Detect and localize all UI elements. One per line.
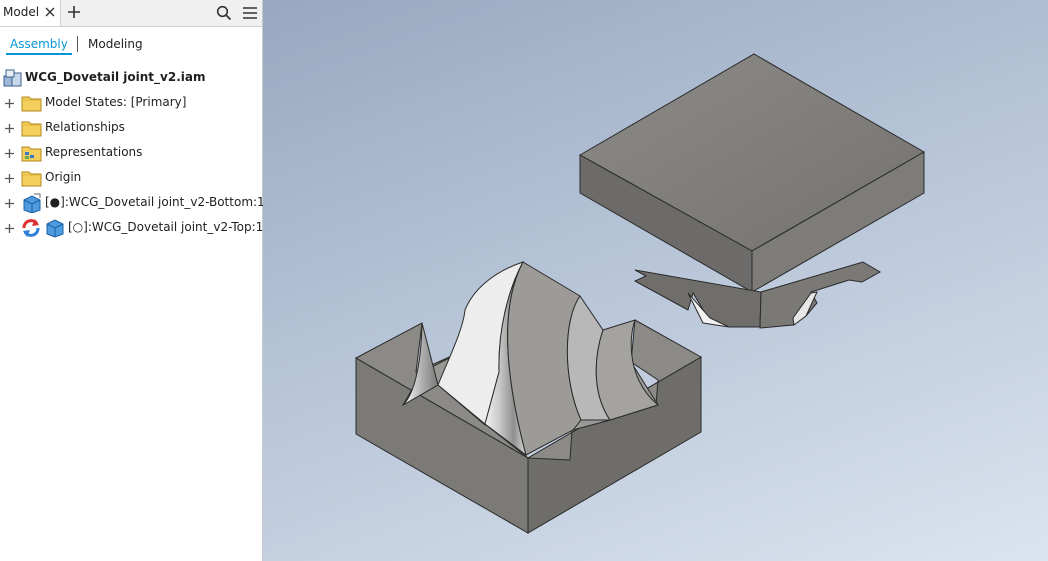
search-icon[interactable]	[216, 5, 232, 21]
expand-icon[interactable]	[4, 223, 15, 234]
top-part-body	[578, 53, 926, 329]
update-needed-icon	[22, 219, 40, 237]
expand-icon[interactable]	[4, 148, 15, 159]
tree-item-bottom-part[interactable]: [●]:WCG_Dovetail joint_v2-Bottom:1	[0, 191, 265, 216]
tab-assembly[interactable]: Assembly	[6, 33, 72, 55]
add-tab-icon[interactable]	[67, 5, 81, 19]
expand-icon[interactable]	[4, 173, 15, 184]
close-icon[interactable]	[44, 6, 56, 18]
part-icon	[46, 219, 64, 238]
expand-icon[interactable]	[4, 98, 15, 109]
tab-model[interactable]: Model	[0, 0, 61, 26]
graphics-viewport[interactable]	[263, 0, 1048, 561]
mode-divider	[77, 36, 78, 52]
part-icon	[23, 193, 41, 213]
folder-icon	[21, 171, 42, 187]
folder-icon	[21, 121, 42, 137]
root-assembly-label: WCG_Dovetail joint_v2.iam	[25, 70, 206, 84]
tree-root-assembly[interactable]: WCG_Dovetail joint_v2.iam	[0, 66, 262, 91]
tree-item-representations[interactable]: Representations	[0, 141, 262, 166]
model-browser-panel: Model Assembly Modeling WCG_Dovetail joi…	[0, 0, 265, 561]
assembly-icon	[3, 69, 22, 87]
expand-icon[interactable]	[4, 123, 15, 134]
tree-item-top-part[interactable]: [○]:WCG_Dovetail joint_v2-Top:1	[0, 216, 264, 241]
bottom-part-body	[354, 261, 703, 534]
tab-modeling[interactable]: Modeling	[88, 33, 143, 55]
tree-item-label: Origin	[45, 170, 82, 184]
expand-icon[interactable]	[4, 198, 15, 209]
menu-icon[interactable]	[242, 6, 258, 20]
tree-item-label: Representations	[45, 145, 143, 159]
tree-item-relationships[interactable]: Relationships	[0, 116, 262, 141]
browser-tab-bar: Model	[0, 0, 262, 27]
folder-icon	[21, 96, 42, 112]
tree-item-label: [●]:WCG_Dovetail joint_v2-Bottom:1	[45, 195, 265, 209]
tree-item-label: Relationships	[45, 120, 125, 134]
model-scene	[354, 53, 926, 534]
tree-item-label: [○]:WCG_Dovetail joint_v2-Top:1	[68, 220, 264, 234]
tree-item-label: Model States: [Primary]	[45, 95, 187, 109]
tree-item-model-states[interactable]: Model States: [Primary]	[0, 91, 262, 116]
model-tab-label: Model	[3, 5, 40, 19]
browser-mode-switch: Assembly Modeling	[0, 33, 262, 55]
tree-item-origin[interactable]: Origin	[0, 166, 262, 191]
representations-folder-icon	[21, 146, 42, 162]
